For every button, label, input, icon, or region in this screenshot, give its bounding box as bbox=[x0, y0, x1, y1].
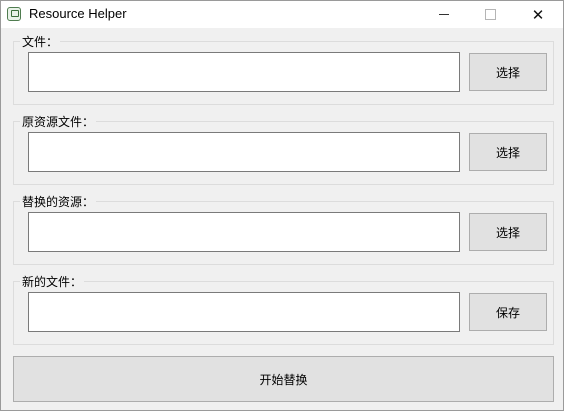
close-icon: ✕ bbox=[531, 5, 545, 24]
maximize-icon bbox=[484, 9, 496, 20]
save-button[interactable]: 保存 bbox=[469, 293, 547, 331]
group-label: 新的文件： bbox=[20, 273, 85, 290]
window-title: Resource Helper bbox=[29, 6, 127, 21]
group-replacement-resource: 替换的资源： 选择 bbox=[13, 193, 554, 265]
group-file: 文件： 选择 bbox=[13, 33, 554, 105]
file-path-input[interactable] bbox=[28, 52, 460, 92]
minimize-button[interactable] bbox=[421, 1, 467, 28]
close-button[interactable]: ✕ bbox=[515, 1, 561, 28]
minimize-icon bbox=[439, 14, 449, 15]
group-new-file: 新的文件： 保存 bbox=[13, 273, 554, 345]
app-icon bbox=[7, 7, 21, 21]
new-file-input[interactable] bbox=[28, 292, 460, 332]
group-original-resource: 原资源文件： 选择 bbox=[13, 113, 554, 185]
group-label: 文件： bbox=[20, 33, 61, 50]
select-original-resource-button[interactable]: 选择 bbox=[469, 133, 547, 171]
select-replacement-resource-button[interactable]: 选择 bbox=[469, 213, 547, 251]
title-bar: Resource Helper ✕ bbox=[1, 1, 563, 28]
maximize-button[interactable] bbox=[467, 1, 513, 28]
original-resource-input[interactable] bbox=[28, 132, 460, 172]
start-replace-button[interactable]: 开始替换 bbox=[13, 356, 554, 402]
replacement-resource-input[interactable] bbox=[28, 212, 460, 252]
select-file-button[interactable]: 选择 bbox=[469, 53, 547, 91]
group-label: 替换的资源： bbox=[20, 193, 97, 210]
group-label: 原资源文件： bbox=[20, 113, 97, 130]
app-window: Resource Helper ✕ 文件： 选择 原资源文件： 选择 替换的资源… bbox=[0, 0, 564, 411]
